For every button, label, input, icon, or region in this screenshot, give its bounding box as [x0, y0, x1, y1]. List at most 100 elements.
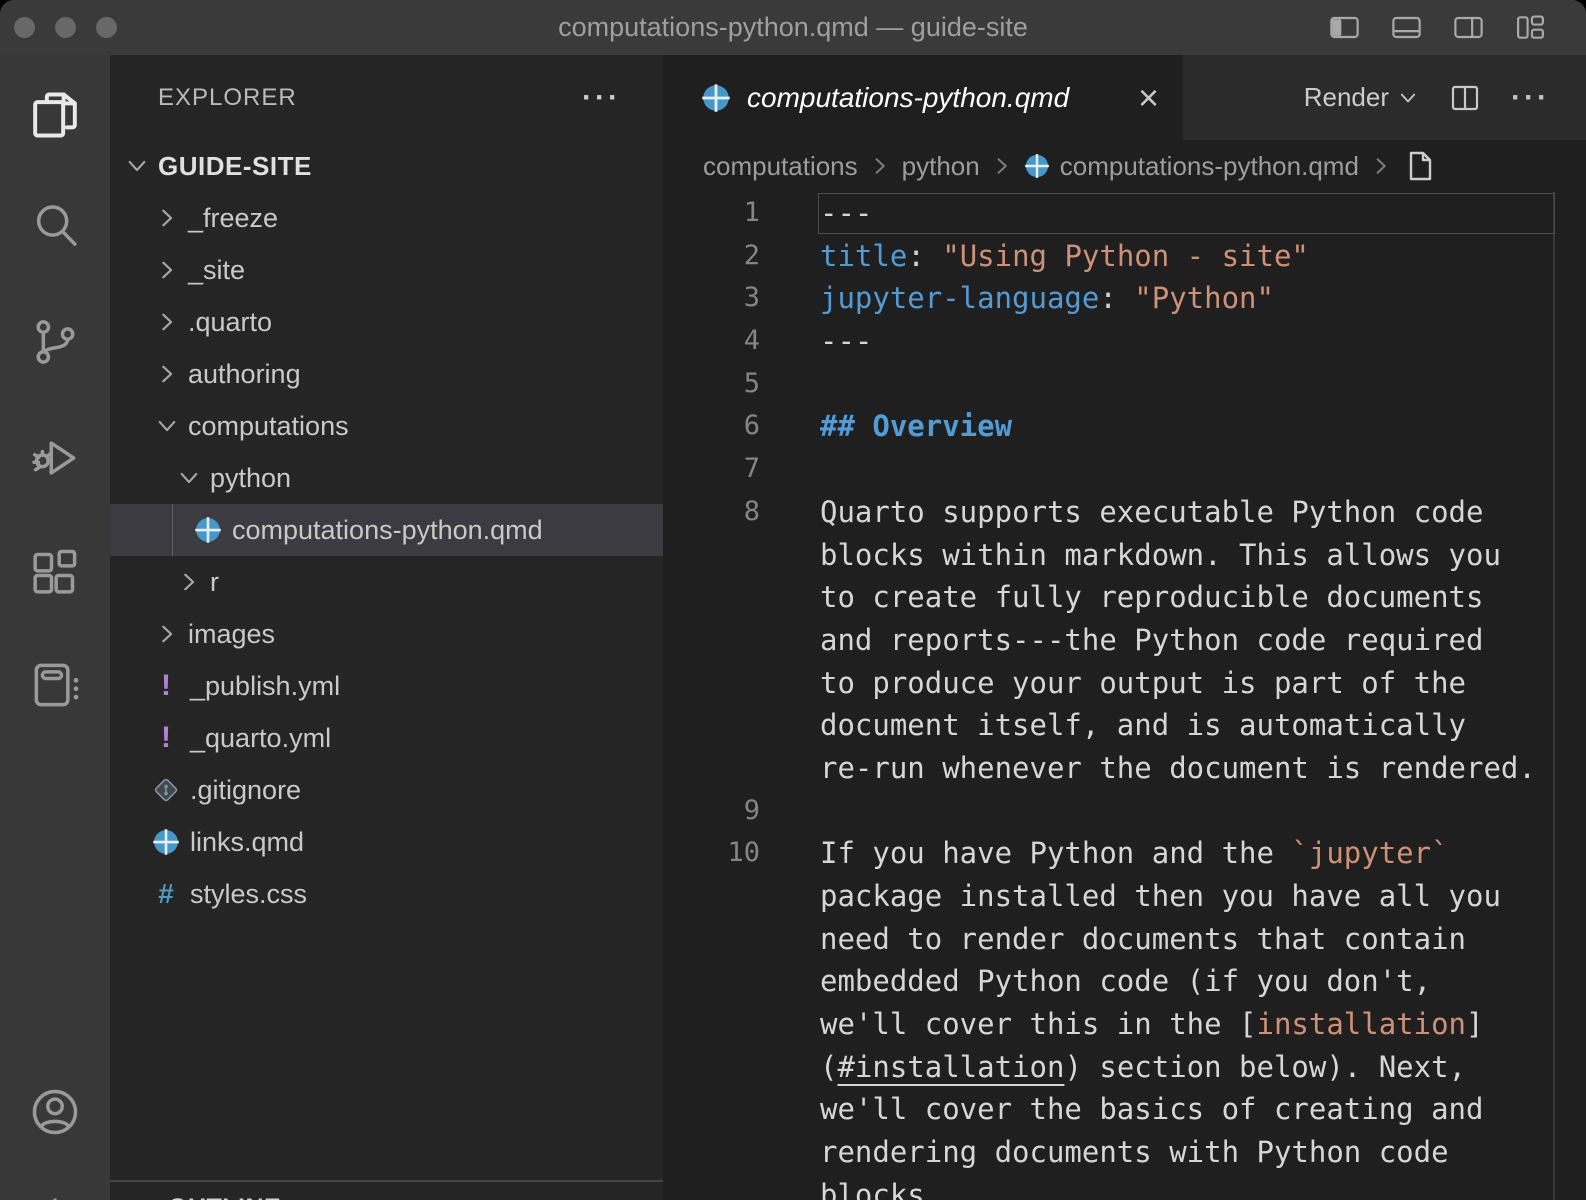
chevron-right-icon [132, 1196, 158, 1200]
vscode-window: computations-python.qmd — guide-site [0, 0, 1586, 1200]
chevron-right-icon [154, 361, 180, 387]
chevron-right-icon [1369, 154, 1393, 178]
explorer-header: EXPLORER ··· [110, 55, 663, 140]
explorer-more-actions-button[interactable]: ··· [582, 81, 621, 115]
yaml-icon: ! [152, 672, 180, 700]
code-line[interactable]: package installed then you have all you [663, 875, 1586, 918]
quarto-file-icon [1024, 153, 1050, 179]
code-line[interactable]: to create fully reproducible documents [663, 576, 1586, 619]
search-icon[interactable] [27, 197, 83, 253]
tree-item-label: python [210, 463, 291, 494]
tree-item-label: computations-python.qmd [232, 515, 543, 546]
account-icon[interactable] [27, 1084, 83, 1140]
code-line[interactable]: embedded Python code (if you don't, [663, 960, 1586, 1003]
chevron-right-icon [154, 205, 180, 231]
notebook-icon[interactable] [27, 657, 83, 713]
explorer-sidebar: EXPLORER ··· GUIDE-SITE _freeze _site .q… [110, 55, 663, 1200]
code-line[interactable]: rendering documents with Python code [663, 1131, 1586, 1174]
breadcrumb-item[interactable]: computations-python.qmd [1060, 151, 1359, 182]
code-line[interactable]: 1--- [663, 192, 1586, 235]
code-line[interactable]: 5 [663, 363, 1586, 406]
tree-item-label: .quarto [188, 307, 272, 338]
render-label: Render [1304, 82, 1389, 113]
tree-item-label: r [210, 567, 219, 598]
code-line[interactable]: re-run whenever the document is rendered… [663, 747, 1586, 790]
link-anchor-text: #installation [837, 1050, 1064, 1084]
toggle-secondary-sidebar-icon[interactable] [1451, 10, 1486, 45]
source-control-icon[interactable] [27, 314, 83, 370]
quarto-file-icon [701, 83, 731, 113]
git-icon [152, 776, 180, 804]
code-line[interactable]: 7 [663, 448, 1586, 491]
tree-item-label: _freeze [188, 203, 278, 234]
tree-item-freeze[interactable]: _freeze [110, 192, 663, 244]
code-line[interactable]: 8Quarto supports executable Python code [663, 491, 1586, 534]
titlebar: computations-python.qmd — guide-site [0, 0, 1586, 55]
yaml-icon: ! [152, 724, 180, 752]
tree-item-site[interactable]: _site [110, 244, 663, 296]
extensions-icon[interactable] [27, 544, 83, 600]
code-line[interactable]: 10If you have Python and the `jupyter` [663, 832, 1586, 875]
customize-layout-icon[interactable] [1513, 10, 1548, 45]
run-and-debug-icon[interactable] [27, 430, 83, 486]
code-line[interactable]: blocks [663, 1174, 1586, 1200]
tab-bar: computations-python.qmd × Render ··· [663, 55, 1586, 140]
quarto-file-icon [194, 516, 222, 544]
code-line[interactable]: need to render documents that contain [663, 918, 1586, 961]
render-button[interactable]: Render [1304, 82, 1419, 113]
editor-more-actions-button[interactable]: ··· [1511, 81, 1550, 115]
tree-item-quarto-folder[interactable]: .quarto [110, 296, 663, 348]
tree-item-computations-python-qmd[interactable]: computations-python.qmd [110, 504, 663, 556]
css-icon: # [152, 880, 180, 908]
tree-item-label: styles.css [190, 879, 307, 910]
code-line[interactable]: and reports---the Python code required [663, 619, 1586, 662]
tree-item-publish-yml[interactable]: ! _publish.yml [110, 660, 663, 712]
toggle-panel-icon[interactable] [1389, 10, 1424, 45]
tree-item-r[interactable]: r [110, 556, 663, 608]
chevron-right-icon [154, 621, 180, 647]
code-line[interactable]: 6## Overview [663, 405, 1586, 448]
tab-computations-python-qmd[interactable]: computations-python.qmd × [663, 55, 1183, 140]
explorer-title: EXPLORER [110, 84, 297, 112]
code-line[interactable]: (#installation) section below). Next, [663, 1046, 1586, 1089]
outline-section[interactable]: OUTLINE [110, 1180, 663, 1200]
tab-label: computations-python.qmd [747, 82, 1069, 114]
tree-item-styles-css[interactable]: # styles.css [110, 868, 663, 920]
quarto-file-icon [152, 828, 180, 856]
chevron-down-icon [176, 465, 202, 491]
code-line[interactable]: 3jupyter-language: "Python" [663, 277, 1586, 320]
breadcrumb-item[interactable]: computations [703, 151, 858, 182]
code-editor[interactable]: 1--- 2title: "Using Python - site" 3jupy… [663, 192, 1586, 1200]
chevron-right-icon [990, 154, 1014, 178]
toggle-primary-sidebar-icon[interactable] [1327, 10, 1362, 45]
tree-item-quarto-yml[interactable]: ! _quarto.yml [110, 712, 663, 764]
close-tab-icon[interactable]: × [1138, 80, 1159, 116]
chevron-right-icon [176, 569, 202, 595]
breadcrumb-item[interactable]: python [902, 151, 980, 182]
code-line[interactable]: blocks within markdown. This allows you [663, 534, 1586, 577]
tree-item-images[interactable]: images [110, 608, 663, 660]
tree-item-computations[interactable]: computations [110, 400, 663, 452]
tree-item-label: .gitignore [190, 775, 301, 806]
explorer-icon[interactable] [27, 87, 83, 143]
chevron-right-icon [868, 154, 892, 178]
tree-item-guide-site[interactable]: GUIDE-SITE [110, 140, 663, 192]
outline-label: OUTLINE [168, 1194, 281, 1200]
code-line[interactable]: to produce your output is part of the [663, 662, 1586, 705]
tree-item-gitignore[interactable]: .gitignore [110, 764, 663, 816]
settings-gear-icon[interactable] [27, 1192, 83, 1200]
tree-item-python[interactable]: python [110, 452, 663, 504]
code-line[interactable]: 9 [663, 790, 1586, 833]
code-line[interactable]: we'll cover this in the [installation] [663, 1003, 1586, 1046]
code-line[interactable]: we'll cover the basics of creating and [663, 1088, 1586, 1131]
code-line[interactable]: 2title: "Using Python - site" [663, 235, 1586, 278]
activity-bar [0, 55, 110, 1200]
code-line[interactable]: 4--- [663, 320, 1586, 363]
wrap-column-ruler [1553, 192, 1555, 1200]
split-editor-icon[interactable] [1449, 82, 1481, 114]
code-line[interactable]: document itself, and is automatically [663, 704, 1586, 747]
chevron-right-icon [154, 309, 180, 335]
tree-item-authoring[interactable]: authoring [110, 348, 663, 400]
breadcrumb: computations python computations-python.… [663, 140, 1586, 192]
tree-item-links-qmd[interactable]: links.qmd [110, 816, 663, 868]
